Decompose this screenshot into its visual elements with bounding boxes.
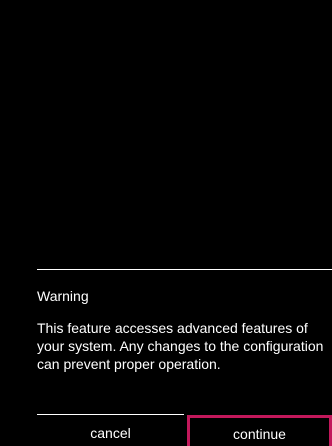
- continue-button[interactable]: continue: [187, 415, 332, 446]
- dialog-message: This feature accesses advanced features …: [37, 320, 324, 372]
- screen-background: [0, 0, 332, 446]
- dialog-title: Warning: [37, 288, 89, 304]
- button-divider: [37, 414, 184, 415]
- cancel-button[interactable]: cancel: [37, 419, 184, 446]
- dialog-top-divider: [37, 269, 332, 270]
